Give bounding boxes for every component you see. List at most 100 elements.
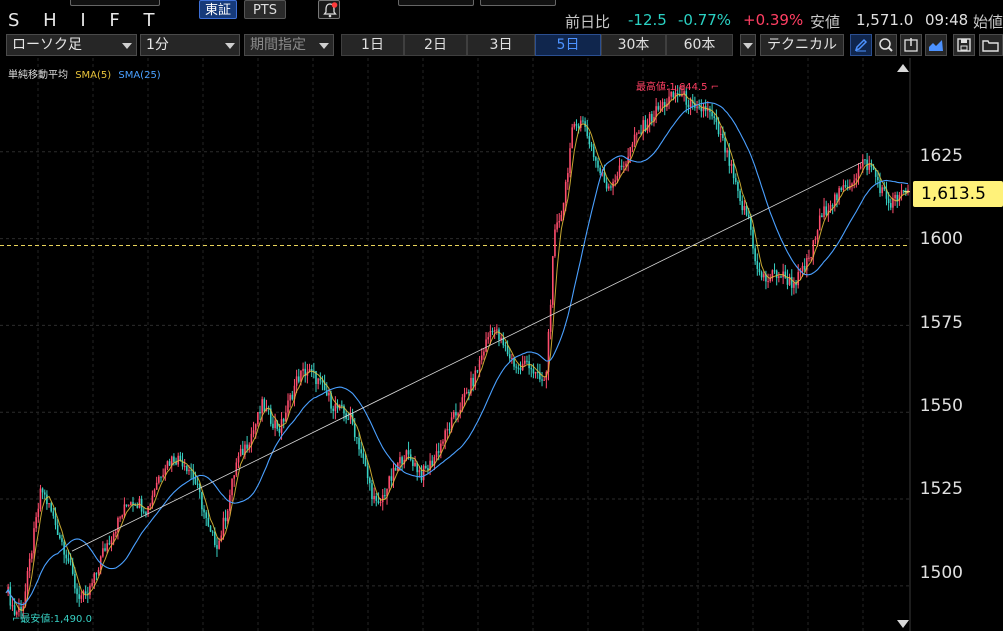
sma25-line	[5, 101, 909, 606]
candle-body	[69, 561, 72, 563]
candle-body	[743, 206, 746, 211]
candle-body	[508, 354, 511, 359]
candle-body	[203, 509, 205, 513]
candle-body	[567, 173, 569, 182]
exit-icon[interactable]	[900, 34, 922, 56]
ticker-symbol: S H I F T	[8, 10, 164, 31]
candle-body	[358, 437, 360, 450]
y-tick-1600: 1600	[919, 229, 963, 249]
candle-body	[573, 123, 576, 128]
zoom-icon[interactable]	[875, 34, 897, 56]
candle-body	[793, 282, 795, 288]
candle-body	[887, 198, 890, 204]
candle-body	[235, 462, 238, 476]
candle-body	[726, 150, 728, 153]
candle-body	[558, 221, 561, 223]
bell-alert-icon[interactable]	[318, 0, 340, 19]
exchange-pts-button[interactable]: PTS	[244, 0, 286, 19]
area-chart-icon[interactable]	[925, 34, 947, 56]
candle-body	[239, 448, 242, 457]
candle-body	[261, 399, 263, 414]
candle-body	[780, 276, 782, 278]
candle-body	[97, 569, 100, 574]
high-price-annotation: 最高値:1,644.5 ⌐	[636, 82, 720, 93]
candle-body	[381, 495, 384, 503]
candle-body	[840, 188, 843, 191]
range-60-bars-tab[interactable]: 60本	[666, 34, 733, 56]
candle-body	[319, 378, 322, 381]
candle-body	[26, 571, 29, 592]
chart-canvas[interactable]	[0, 58, 1003, 631]
top-field[interactable]	[70, 0, 160, 6]
candle-body	[894, 194, 896, 199]
candle-body	[767, 281, 769, 283]
candle-body	[168, 461, 171, 466]
candle-body	[855, 178, 858, 181]
candle-body	[48, 503, 50, 505]
candle-body	[711, 111, 713, 117]
candle-body	[478, 360, 481, 371]
candle-body	[369, 478, 371, 484]
range-more-select[interactable]	[740, 34, 756, 56]
candle-body	[37, 508, 40, 518]
chart-type-select[interactable]: ローソク足	[6, 34, 137, 56]
pen-icon[interactable]	[850, 34, 872, 56]
candle-body	[532, 369, 535, 374]
technical-button[interactable]: テクニカル	[760, 34, 844, 56]
candle-body	[864, 159, 866, 161]
candle-body	[687, 104, 690, 108]
candle-body	[353, 423, 356, 438]
candle-body	[631, 144, 634, 148]
candle-body	[52, 511, 55, 516]
save-icon[interactable]	[953, 34, 975, 56]
candle-body	[67, 558, 70, 562]
candle-body	[91, 583, 93, 586]
candle-body	[638, 132, 640, 134]
candle-body	[551, 256, 554, 305]
candle-body	[130, 502, 132, 506]
candle-body	[661, 102, 664, 106]
candle-body	[257, 412, 259, 425]
candle-body	[371, 483, 373, 499]
candle-body	[209, 525, 212, 532]
candle-body	[605, 181, 608, 189]
candle-body	[900, 190, 903, 195]
folder-icon[interactable]	[979, 34, 1003, 56]
candle-body	[420, 470, 423, 481]
candle-body	[373, 496, 375, 499]
candle-body	[201, 492, 203, 510]
period-select[interactable]: 期間指定	[244, 34, 334, 56]
interval-select[interactable]: 1分	[140, 34, 240, 56]
candle-body	[224, 517, 227, 522]
exchange-tse-button[interactable]: 東証	[199, 0, 238, 19]
candle-body	[414, 462, 416, 467]
candle-body	[158, 476, 160, 483]
candle-body	[524, 360, 526, 364]
candle-body	[412, 459, 414, 467]
candle-body	[635, 133, 638, 135]
range-30-bars-tab[interactable]: 30本	[601, 34, 666, 56]
candle-body	[760, 272, 763, 278]
candle-body	[95, 573, 98, 575]
range-5d-tab[interactable]: 5日	[535, 34, 601, 56]
low-price-label: 最安値:1,490.0	[20, 614, 92, 625]
top-field[interactable]	[398, 0, 474, 6]
candle-body	[513, 358, 515, 367]
top-field[interactable]	[480, 0, 556, 6]
candle-body	[46, 494, 48, 505]
candle-body	[218, 540, 220, 549]
scroll-up-arrow-icon[interactable]	[897, 64, 909, 72]
candle-body	[834, 194, 836, 206]
candle-body	[448, 429, 451, 431]
range-1d-tab[interactable]: 1日	[341, 34, 404, 56]
scroll-down-arrow-icon[interactable]	[897, 620, 909, 628]
candle-body	[242, 448, 244, 455]
candle-body	[211, 531, 214, 533]
candle-body	[39, 488, 42, 509]
range-3d-tab[interactable]: 3日	[467, 34, 535, 56]
range-2d-tab[interactable]: 2日	[404, 34, 467, 56]
candle-body	[616, 176, 619, 181]
quote-time: 09:48	[925, 11, 969, 29]
price-chart[interactable]	[0, 58, 1003, 631]
low-price-annotation: ⌐最安値:1,490.0	[12, 614, 92, 625]
